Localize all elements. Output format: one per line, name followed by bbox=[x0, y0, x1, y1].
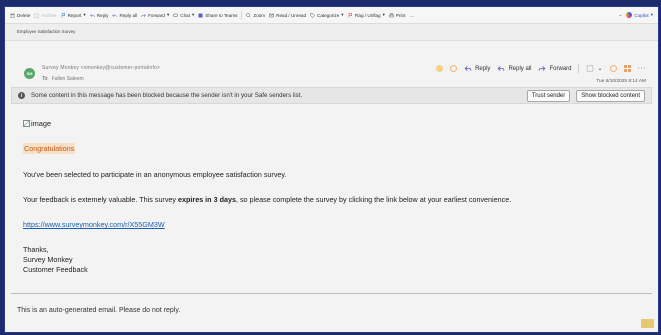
ribbon-reply-all-button[interactable]: Reply all bbox=[112, 13, 137, 18]
reply-icon bbox=[89, 13, 95, 17]
chevron-down-icon: ⌄ bbox=[597, 66, 603, 72]
ribbon-toolbar: Delete Archive Report ▾ Reply Reply all … bbox=[5, 7, 658, 24]
outlook-window: Delete Archive Report ▾ Reply Reply all … bbox=[4, 6, 659, 333]
copilot-icon bbox=[626, 12, 633, 18]
grid-icon[interactable] bbox=[623, 65, 631, 72]
ribbon-more-button[interactable]: … bbox=[409, 13, 414, 18]
avatar[interactable]: SM bbox=[24, 68, 35, 79]
recipient-name[interactable]: Fallen Saleem bbox=[52, 76, 84, 82]
reaction-icon[interactable] bbox=[436, 65, 444, 72]
body-paragraph-2: Your feedback is extemely valuable. This… bbox=[23, 195, 512, 204]
print-button[interactable]: Print bbox=[389, 13, 405, 18]
blocked-image[interactable]: image bbox=[23, 119, 658, 128]
actions-divider bbox=[578, 64, 580, 73]
read-unread-button[interactable]: Read / Unread bbox=[269, 13, 306, 18]
flag-unflag-button[interactable]: Flag / Unflag ▾ bbox=[348, 12, 385, 18]
emoji-icon[interactable] bbox=[450, 65, 458, 72]
share-to-teams-button[interactable]: Share to Teams bbox=[198, 13, 237, 18]
delete-button[interactable]: Delete bbox=[10, 13, 30, 18]
more-options-icon[interactable]: ··· bbox=[638, 65, 647, 72]
zoom-icon bbox=[246, 12, 252, 18]
ribbon-collapse-button[interactable]: ⌄ bbox=[619, 12, 623, 18]
blocked-message: Some content in this message has been bl… bbox=[31, 92, 303, 99]
flag-icon bbox=[348, 12, 353, 17]
congrats-heading: Congratulations bbox=[23, 143, 76, 154]
survey-link[interactable]: https://www.surveymonkey.com/r/X55GM3W bbox=[23, 220, 165, 229]
archive-button[interactable]: Archive bbox=[34, 13, 57, 18]
apps-icon bbox=[587, 65, 594, 72]
info-icon: i bbox=[18, 92, 25, 99]
copilot-button[interactable]: Copilot ▾ bbox=[626, 12, 653, 18]
reply-button[interactable]: Reply bbox=[464, 65, 490, 72]
ribbon-reply-button[interactable]: Reply bbox=[89, 13, 108, 18]
archive-icon bbox=[34, 13, 40, 18]
signature: Thanks, Survey Monkey Customer Feedback bbox=[23, 245, 88, 274]
reply-all-button[interactable]: Reply all bbox=[497, 65, 531, 72]
forward-icon bbox=[539, 66, 546, 71]
chat-button[interactable]: Chat ▾ bbox=[173, 12, 194, 18]
reply-all-icon bbox=[112, 13, 118, 17]
show-blocked-content-button[interactable]: Show blocked content bbox=[576, 89, 645, 102]
report-icon bbox=[61, 12, 66, 17]
teams-icon bbox=[198, 13, 203, 17]
recipient-line: To: Fallen Saleem bbox=[42, 76, 84, 82]
trust-sender-button[interactable]: Trust sender bbox=[526, 89, 571, 102]
trash-icon bbox=[10, 13, 15, 18]
corner-logo-icon bbox=[641, 319, 654, 328]
message-header: SM Survey Monkey <smonkey@customer-porta… bbox=[5, 41, 658, 87]
subject-line: Employee Satisfaction Survey bbox=[5, 24, 658, 41]
chat-icon bbox=[173, 13, 179, 17]
message-actions: Reply Reply all Forward ⌄ ··· bbox=[436, 64, 646, 73]
reply-icon bbox=[464, 66, 472, 71]
timestamp: Tue 6/10/2025 8:14 AM bbox=[596, 79, 646, 84]
report-button[interactable]: Report ▾ bbox=[61, 12, 86, 18]
reply-all-icon bbox=[498, 66, 505, 71]
categorize-button[interactable]: Categorize ▾ bbox=[310, 12, 344, 18]
sender-name[interactable]: Survey Monkey <smonkey@customer-portalin… bbox=[42, 65, 160, 71]
print-icon bbox=[389, 12, 394, 17]
auto-generated-notice: This is an auto-generated email. Please … bbox=[17, 307, 181, 314]
to-label: To: bbox=[42, 76, 49, 82]
zoom-button[interactable]: Zoom bbox=[246, 13, 265, 18]
ribbon-forward-button[interactable]: Forward ▾ bbox=[141, 12, 169, 18]
body-paragraph-1: You've been selected to participate in a… bbox=[23, 170, 287, 179]
broken-image-icon bbox=[23, 120, 30, 127]
apps-dropdown[interactable]: ⌄ bbox=[586, 65, 603, 72]
sticker-icon[interactable] bbox=[609, 65, 617, 72]
ribbon-divider bbox=[241, 10, 243, 20]
message-body: image Congratulations You've been select… bbox=[5, 104, 658, 275]
tag-icon bbox=[310, 12, 315, 18]
envelope-icon bbox=[269, 13, 274, 17]
forward-icon bbox=[141, 13, 146, 17]
forward-button[interactable]: Forward bbox=[538, 65, 571, 72]
blocked-content-bar: i Some content in this message has been … bbox=[11, 87, 652, 104]
